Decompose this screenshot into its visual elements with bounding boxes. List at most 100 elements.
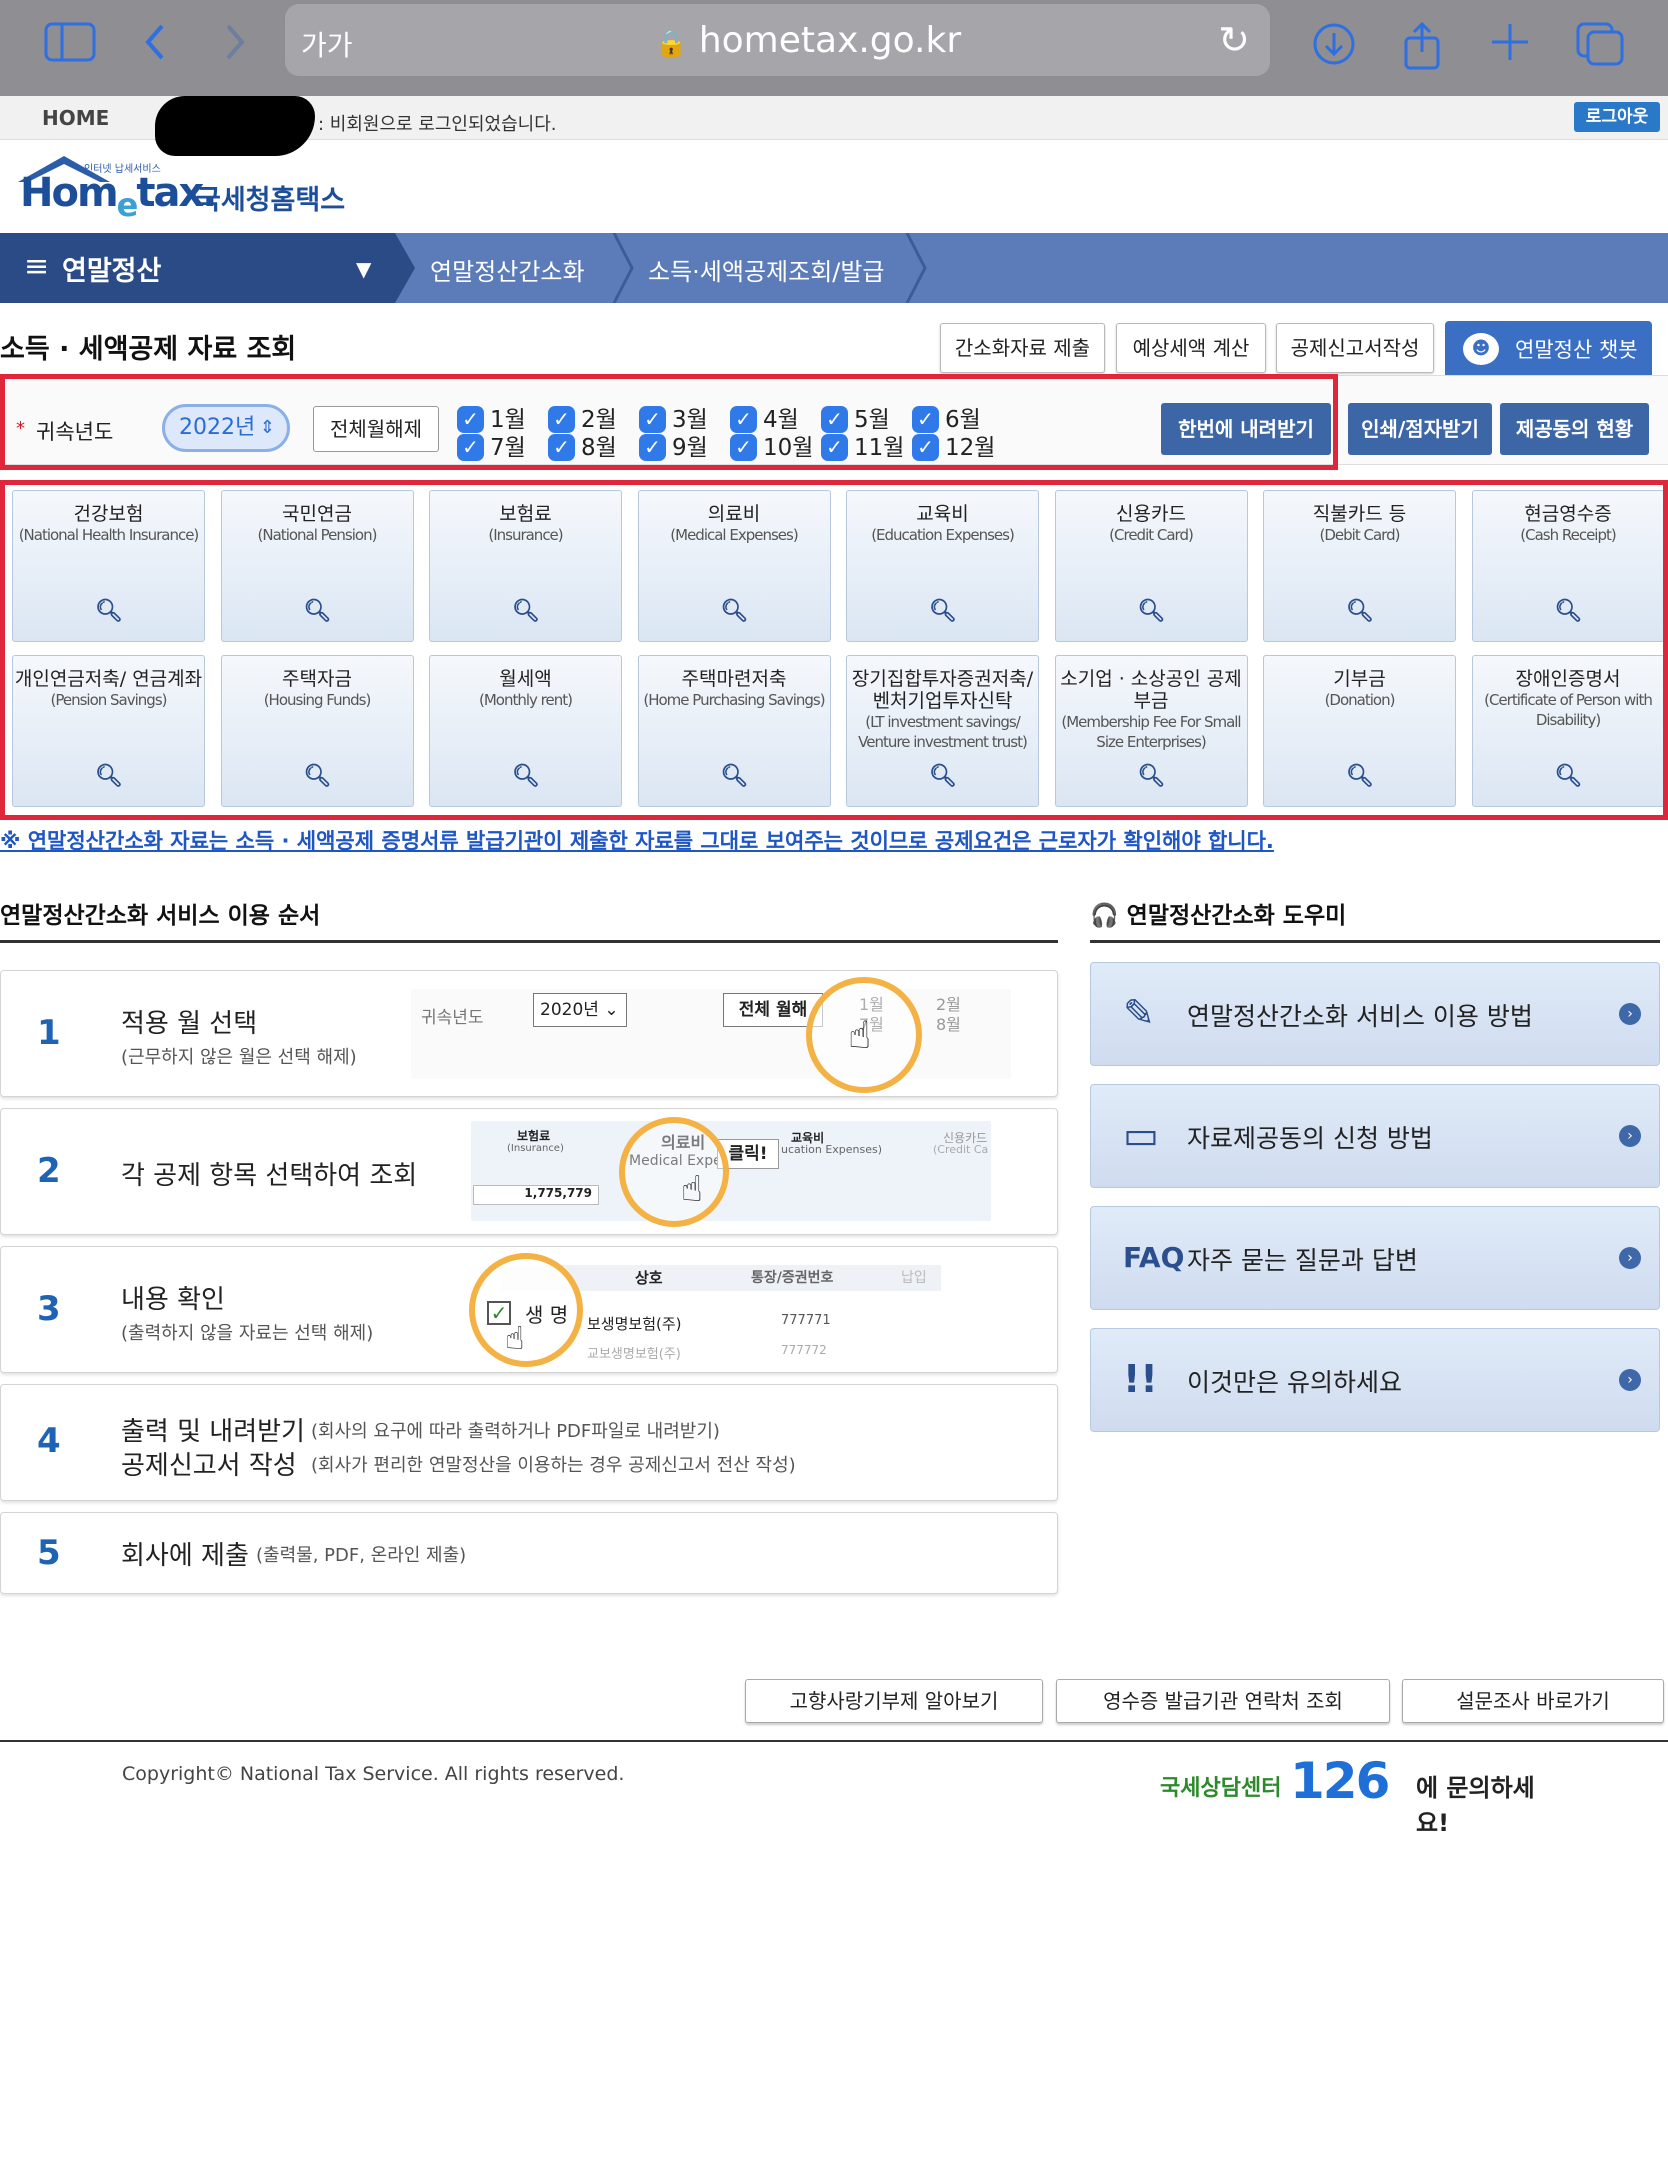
step-subtitle: (근무하지 않은 월은 선택 해제) (121, 1047, 357, 1068)
step-2-illustration: 보험료 (Insurance) 1,775,779 의료비 Medical Ex… (471, 1121, 991, 1221)
lock-icon: 🔒 (655, 29, 688, 59)
illus-col-account: 통장/증권번호 (751, 1270, 834, 1286)
submit-simplified-button[interactable]: 간소화자료 제출 (940, 323, 1105, 373)
helper-usage-guide[interactable]: ✎ 연말정산간소화 서비스 이용 방법 › (1090, 962, 1660, 1066)
document-icon: ▭ (1123, 1113, 1159, 1157)
illus-insurance: 보험료 (517, 1129, 551, 1143)
illus-year-value: 2020년 (540, 1000, 599, 1020)
receipt-issuer-button[interactable]: 영수증 발급기관 연락처 조회 (1056, 1679, 1390, 1723)
helper-consent-guide[interactable]: ▭ 자료제공동의 신청 방법 › (1090, 1084, 1660, 1188)
print-button[interactable]: 인쇄/점자받기 (1348, 403, 1492, 455)
helper-title-text: 연말정산간소화 도우미 (1126, 903, 1347, 929)
warning-icon: !! (1123, 1357, 1158, 1401)
call-center-suffix: 에 문의하세요! (1416, 1774, 1535, 1837)
login-status: : 비회원으로 로그인되었습니다. (318, 114, 557, 135)
step-3: 3 내용 확인 (출력하지 않을 자료는 선택 해제) 상호 통장/증권번호 납… (0, 1246, 1058, 1373)
divider (1090, 940, 1660, 943)
step-1: 1 적용 월 선택 (근무하지 않은 월은 선택 해제) 귀속년도 2020년 … (0, 970, 1058, 1097)
helper-caution[interactable]: !! 이것만은 유의하세요 › (1090, 1328, 1660, 1432)
step-number: 3 (37, 1289, 61, 1329)
step-title: 출력 및 내려받기 (121, 1417, 305, 1447)
forward-icon[interactable] (220, 22, 250, 69)
reload-icon[interactable]: ↻ (1218, 18, 1250, 62)
logout-button[interactable]: 로그아웃 (1574, 102, 1660, 132)
chatbot-label: 연말정산 챗봇 (1515, 338, 1638, 362)
notice-text[interactable]: ※ 연말정산간소화 자료는 소득 · 세액공제 증명서류 발급기관이 제출한 자… (0, 825, 1274, 855)
illus-company-2: 교보생명보험(주) (587, 1347, 681, 1362)
home-link[interactable]: HOME (42, 106, 109, 130)
highlight-box (0, 480, 1668, 820)
step-number: 5 (37, 1533, 61, 1573)
step-subtitle: (출력하지 않을 자료는 선택 해제) (121, 1323, 374, 1344)
zoom-circle: ✓ 생 명 ☝ (469, 1253, 583, 1367)
hometax-logo[interactable]: 인터넷 납세서비스 Hometax. 국세청홈택스 (14, 148, 354, 228)
illus-card-en: (Credit Ca (933, 1143, 989, 1156)
consent-status-button[interactable]: 제공동의 현황 (1500, 403, 1649, 455)
illus-year-select: 2020년 ⌄ (533, 993, 627, 1027)
menu-label: 연말정산 (62, 256, 162, 287)
copyright: Copyright© National Tax Service. All rig… (122, 1763, 625, 1785)
chatbot-button[interactable]: ☻ 연말정산 챗봇 (1445, 321, 1652, 379)
arrow-right-icon: › (1619, 1247, 1641, 1269)
faq-icon: FAQ (1123, 1241, 1185, 1274)
illus-month-8: 8월 (936, 1015, 961, 1034)
zoom-circle: ☝ (806, 977, 922, 1093)
call-center-prefix: 국세상담센터 (1160, 1776, 1282, 1801)
step-number: 1 (37, 1013, 61, 1053)
breadcrumb-separator (905, 233, 927, 303)
helper-label: 이것만은 유의하세요 (1187, 1368, 1402, 1397)
step-subtitle: (출력물, PDF, 온라인 제출) (256, 1545, 467, 1566)
url-text: 🔒 hometax.go.kr (655, 20, 961, 61)
illus-company: 보생명보험(주) (587, 1315, 682, 1333)
address-bar[interactable]: 가가 🔒 hometax.go.kr ↻ (285, 4, 1270, 76)
share-icon[interactable] (1402, 21, 1442, 77)
illus-life: 생 명 (525, 1303, 569, 1327)
arrow-right-icon: › (1619, 1003, 1641, 1025)
guide-icon: ✎ (1123, 991, 1155, 1035)
step-4: 4 출력 및 내려받기 (회사의 요구에 따라 출력하거나 PDF파일로 내려받… (0, 1384, 1058, 1501)
logo-korean: 국세청홈택스 (196, 185, 346, 216)
breadcrumb-item-1[interactable]: 연말정산간소화 (430, 252, 585, 287)
call-center-number: 126 (1290, 1752, 1390, 1810)
illus-insurance-en: (Insurance) (507, 1143, 564, 1154)
steps-title: 연말정산간소화 서비스 이용 순서 (0, 903, 321, 929)
illus-year-label: 귀속년도 (421, 1008, 484, 1028)
download-icon[interactable] (1312, 22, 1356, 73)
illus-account-no: 777771 (781, 1313, 831, 1328)
highlight-box (0, 374, 1338, 470)
pointer-hand-icon: ☝ (681, 1169, 703, 1210)
logo-part-e: e (116, 186, 139, 224)
text-size-button[interactable]: 가가 (301, 24, 353, 64)
hometown-donation-button[interactable]: 고향사랑기부제 알아보기 (745, 1679, 1043, 1723)
step-2: 2 각 공제 항목 선택하여 조회 보험료 (Insurance) 1,775,… (0, 1108, 1058, 1235)
logo-part-a: Hom (20, 170, 119, 216)
step-5: 5 회사에 제출 (출력물, PDF, 온라인 제출) (0, 1512, 1058, 1594)
zoom-circle: ☝ (619, 1117, 729, 1227)
footer-divider (0, 1740, 1668, 1742)
illus-col-name: 상호 (635, 1269, 663, 1287)
new-tab-icon[interactable] (1490, 22, 1530, 69)
survey-button[interactable]: 설문조사 바로가기 (1402, 1679, 1664, 1723)
helper-title: 🎧 연말정산간소화 도우미 (1090, 896, 1346, 930)
breadcrumb-separator (395, 233, 415, 303)
call-center-banner: 국세상담센터 126 에 문의하세요! (1160, 1752, 1560, 1837)
illus-col-pay: 납입 (901, 1270, 927, 1286)
caret-down-icon: ▼ (356, 257, 372, 281)
estimate-tax-button[interactable]: 예상세액 계산 (1116, 323, 1266, 373)
helper-label: 연말정산간소화 서비스 이용 방법 (1187, 1002, 1533, 1031)
arrow-right-icon: › (1619, 1125, 1641, 1147)
back-icon[interactable] (140, 22, 170, 69)
sidebar-toggle-icon[interactable] (44, 22, 96, 69)
step-subtitle-2: (회사가 편리한 연말정산을 이용하는 경우 공제신고서 전산 작성) (311, 1455, 796, 1476)
step-number: 4 (37, 1421, 61, 1461)
helper-faq[interactable]: FAQ 자주 묻는 질문과 답변 › (1090, 1206, 1660, 1310)
page-title: 소득 · 세액공제 자료 조회 (0, 334, 297, 365)
menu-dropdown[interactable]: ≡ 연말정산 ▼ (0, 233, 395, 303)
declaration-button[interactable]: 공제신고서작성 (1276, 323, 1434, 373)
dropdown-icon: ⌄ (604, 1000, 619, 1020)
step-title: 회사에 제출 (121, 1541, 249, 1571)
url-value: hometax.go.kr (698, 20, 962, 61)
tabs-icon[interactable] (1576, 22, 1624, 73)
browser-toolbar: 가가 🔒 hometax.go.kr ↻ (0, 0, 1668, 96)
breadcrumb-item-2[interactable]: 소득·세액공제조회/발급 (648, 252, 885, 287)
